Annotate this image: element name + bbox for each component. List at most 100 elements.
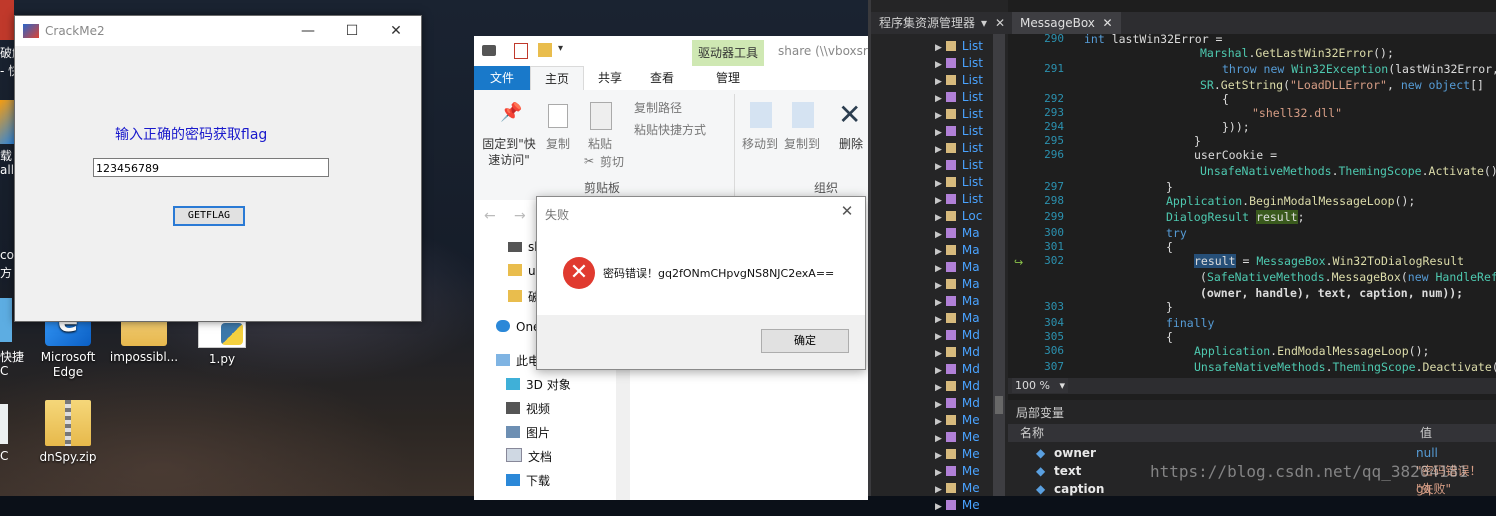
tab-share[interactable]: 共享 [584,66,636,90]
tree-item[interactable]: ▶ Ma [935,259,980,276]
context-tab-drive-tools[interactable]: 驱动器工具 [692,40,764,66]
tab-manage[interactable]: 管理 [692,66,764,92]
tree-item[interactable]: ▶ Md [935,327,980,344]
expand-arrow-icon[interactable]: ▶ [935,60,942,70]
expand-arrow-icon[interactable]: ▶ [935,213,942,223]
expand-arrow-icon[interactable]: ▶ [935,366,942,376]
tree-item[interactable]: ▶ Loc [935,208,982,225]
partial-desktop-icon[interactable] [0,100,14,144]
tree-item[interactable]: ▶ List [935,38,983,55]
properties-icon[interactable] [514,43,528,59]
tree-item[interactable]: ▶ List [935,174,983,191]
expand-arrow-icon[interactable]: ▶ [935,196,942,206]
tree-item[interactable]: ▶ Ma [935,293,980,310]
tree-item[interactable]: ▶ Md [935,395,980,412]
tree-item[interactable]: ▶ List [935,157,983,174]
tree-item[interactable]: ▶ Ma [935,225,980,242]
nav-item-onedrive[interactable]: One [496,320,540,334]
tree-scrollbar[interactable] [993,34,1005,496]
expand-arrow-icon[interactable]: ▶ [935,315,942,325]
expand-arrow-icon[interactable]: ▶ [935,128,942,138]
expand-arrow-icon[interactable]: ▶ [935,230,942,240]
back-arrow-icon[interactable]: ← [484,208,496,224]
locals-row[interactable]: ◆ owner null [1008,444,1496,462]
expand-arrow-icon[interactable]: ▶ [935,332,942,342]
paste-button[interactable]: 粘贴 [584,136,616,152]
tree-item[interactable]: ▶ List [935,191,983,208]
move-to-button[interactable]: 移动到 [740,136,780,152]
password-input[interactable]: 123456789 [93,158,329,177]
tree-item[interactable]: ▶ Md [935,361,980,378]
tab-file[interactable]: 文件 [474,66,530,90]
close-icon[interactable]: ✕ [1103,16,1113,30]
locals-row[interactable]: ◆ caption "失败" [1008,480,1496,498]
new-folder-icon[interactable] [538,43,552,57]
desktop-icon-dnspy-zip[interactable]: dnSpy.zip [28,400,108,465]
tree-scrollbar-thumb[interactable] [995,396,1003,414]
copy-button[interactable]: 复制 [542,136,574,152]
partial-desktop-icon[interactable] [0,0,14,40]
partial-desktop-icon[interactable] [0,404,8,444]
expand-arrow-icon[interactable]: ▶ [935,111,942,121]
tree-item[interactable]: ▶ Me [935,446,980,463]
expand-arrow-icon[interactable]: ▶ [935,247,942,257]
tree-item[interactable]: ▶ Md [935,378,980,395]
tab-messagebox[interactable]: MessageBox ✕ [1012,12,1121,34]
pin-quick-access-button[interactable]: 固定到"快 速访问" [476,136,542,168]
tree-item[interactable]: ▶ List [935,55,983,72]
expand-arrow-icon[interactable]: ▶ [935,451,942,461]
zoom-select[interactable]: 100 % ▾ [1012,378,1068,393]
getflag-button[interactable]: GETFLAG [173,206,245,226]
close-icon[interactable]: ✕ [835,201,859,221]
cut-button[interactable]: 剪切 [600,154,624,170]
expand-arrow-icon[interactable]: ▶ [935,502,942,512]
nav-item-this-pc[interactable]: 此电 [496,352,540,369]
expand-arrow-icon[interactable]: ▶ [935,264,942,274]
expand-arrow-icon[interactable]: ▶ [935,43,942,53]
expand-arrow-icon[interactable]: ▶ [935,349,942,359]
nav-item-videos[interactable]: 视频 [506,400,550,417]
expand-arrow-icon[interactable]: ▶ [935,77,942,87]
tree-item[interactable]: ▶ Me [935,463,980,480]
copy-path-button[interactable]: 复制路径 [634,100,682,116]
code-view[interactable]: 290 291 292 293 294 295 296 297 298 299 300 301 302 3… [1008,34,1496,376]
nav-item-downloads[interactable]: 下载 [506,472,550,489]
ok-button[interactable]: 确定 [761,329,849,353]
expand-arrow-icon[interactable]: ▶ [935,400,942,410]
expand-arrow-icon[interactable]: ▶ [935,145,942,155]
close-icon[interactable]: ✕ [995,12,1005,34]
tab-home[interactable]: 主页 [530,66,584,91]
nav-scrollbar[interactable] [616,370,630,500]
tree-item[interactable]: ▶ List [935,123,983,140]
expand-arrow-icon[interactable]: ▶ [935,179,942,189]
tree-item[interactable]: ▶ Ma [935,242,980,259]
expand-arrow-icon[interactable]: ▶ [935,298,942,308]
tree-item[interactable]: ▶ Me [935,497,980,514]
partial-desktop-icon[interactable] [0,298,12,342]
copy-to-button[interactable]: 复制到 [782,136,822,152]
nav-item-documents[interactable]: 文档 [506,448,552,465]
tree-item[interactable]: ▶ Md [935,344,980,361]
tree-item[interactable]: ▶ List [935,106,983,123]
drive-icon[interactable] [482,45,496,56]
expand-arrow-icon[interactable]: ▶ [935,281,942,291]
nav-item-3d-objects[interactable]: 3D 对象 [506,376,571,393]
tree-item[interactable]: ▶ Me [935,429,980,446]
expand-arrow-icon[interactable]: ▶ [935,434,942,444]
paste-shortcut-button[interactable]: 粘贴快捷方式 [634,122,706,138]
expand-arrow-icon[interactable]: ▶ [935,383,942,393]
expand-arrow-icon[interactable]: ▶ [935,485,942,495]
pin-icon[interactable]: ▾ [981,12,987,34]
maximize-button[interactable]: ☐ [329,16,375,46]
close-button[interactable]: ✕ [373,16,419,46]
minimize-button[interactable]: — [285,16,331,46]
chevron-down-icon[interactable]: ▾ [558,43,563,54]
nav-item-pictures[interactable]: 图片 [506,424,550,441]
tab-view[interactable]: 查看 [636,66,688,90]
tree-item[interactable]: ▶ List [935,72,983,89]
tree-item[interactable]: ▶ List [935,89,983,106]
forward-arrow-icon[interactable]: → [514,208,526,224]
delete-button[interactable]: 删除 [836,136,866,152]
expand-arrow-icon[interactable]: ▶ [935,417,942,427]
title-bar[interactable]: CrackMe2 — ☐ ✕ [15,16,421,46]
